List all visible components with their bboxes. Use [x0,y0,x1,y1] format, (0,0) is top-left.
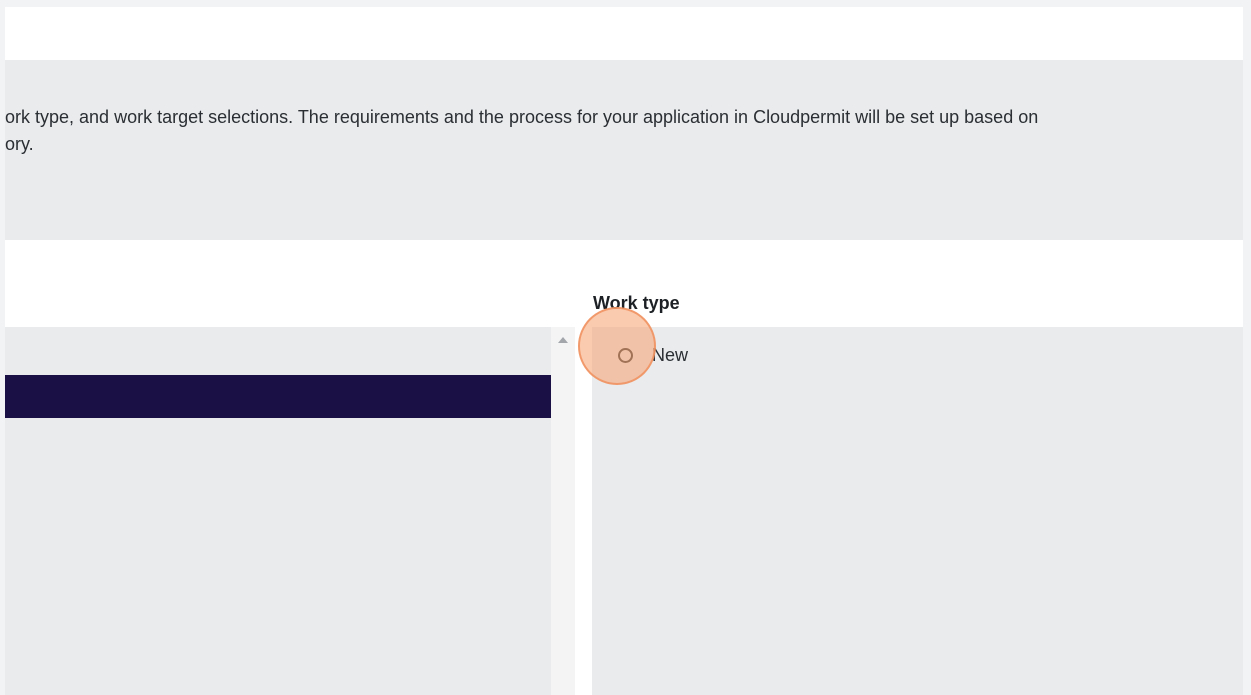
page: ork type, and work target selections. Th… [5,7,1243,695]
form-area: Work type New [5,240,1243,695]
work-type-heading: Work type [593,293,680,313]
work-type-option-label[interactable]: New [652,345,688,366]
scroll-up-arrow-icon[interactable] [558,337,568,343]
selected-list-item[interactable] [5,375,551,418]
category-list[interactable] [5,327,551,695]
page-header-strip [5,7,1243,60]
work-type-option-new[interactable]: New [618,344,688,366]
info-text: ork type, and work target selections. Th… [5,104,1243,158]
info-text-line-1: ork type, and work target selections. Th… [5,107,1039,127]
category-list-scrollbar[interactable] [551,327,575,695]
radio-button-icon[interactable] [618,347,633,363]
work-type-options-panel: New [592,327,1243,695]
info-text-line-2: ory. [5,134,34,154]
